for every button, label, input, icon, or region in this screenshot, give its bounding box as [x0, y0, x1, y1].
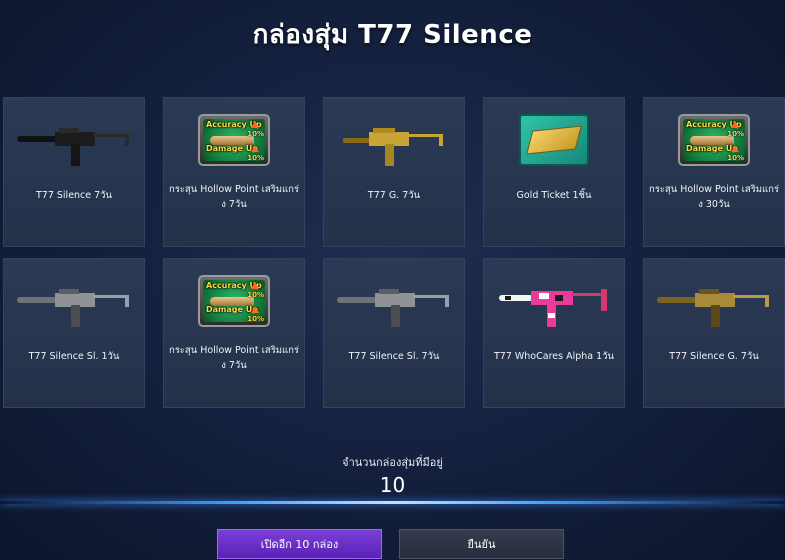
- item-grid: T77 Silence 7วัน Accuracy Up 10% Damage …: [3, 97, 785, 408]
- item-label: T77 Silence Sl. 1วัน: [28, 351, 120, 362]
- hollow-point-badge-icon: Accuracy Up 10% Damage Up 10%: [198, 275, 270, 327]
- item-card[interactable]: T77 G. 7วัน: [323, 97, 465, 247]
- confirm-button[interactable]: ยืนยัน: [399, 529, 564, 559]
- hollow-point-badge-icon: Accuracy Up 10% Damage Up 10%: [678, 114, 750, 166]
- random-box-screen: กล่องสุ่ม T77 Silence T77 Silence 7วัน A…: [0, 0, 785, 560]
- item-card[interactable]: Accuracy Up 10% Damage Up 10% กระสุน Hol…: [163, 258, 305, 408]
- smg-silver-icon: [4, 259, 144, 343]
- smg-gold-icon: [324, 98, 464, 182]
- item-label: T77 WhoCares Alpha 1วัน: [493, 351, 614, 362]
- item-card[interactable]: T77 Silence Sl. 7วัน: [323, 258, 465, 408]
- box-count-label: จำนวนกล่องสุ่มที่มีอยู่: [342, 456, 443, 469]
- box-count-value: 10: [379, 473, 406, 497]
- item-card[interactable]: Gold Ticket 1ชิ้น: [483, 97, 625, 247]
- item-card[interactable]: T77 Silence Sl. 1วัน: [3, 258, 145, 408]
- smg-silver-icon: [324, 259, 464, 343]
- divider-glow: [0, 501, 785, 504]
- smg-gold-dark-icon: [644, 259, 784, 343]
- item-card[interactable]: T77 WhoCares Alpha 1วัน: [483, 258, 625, 408]
- item-card[interactable]: T77 Silence 7วัน: [3, 97, 145, 247]
- item-label: T77 Silence 7วัน: [35, 190, 113, 201]
- item-card[interactable]: Accuracy Up 10% Damage Up 10% กระสุน Hol…: [163, 97, 305, 247]
- item-card[interactable]: T77 Silence G. 7วัน: [643, 258, 785, 408]
- item-label: T77 G. 7วัน: [367, 190, 421, 201]
- open-ten-button[interactable]: เปิดอีก 10 กล่อง: [217, 529, 382, 559]
- item-label: กระสุน Hollow Point เสริมแกร่ง 30วัน: [648, 184, 780, 210]
- item-label: กระสุน Hollow Point เสริมแกร่ง 7วัน: [168, 345, 300, 371]
- item-label: Gold Ticket 1ชิ้น: [516, 190, 592, 201]
- gold-ticket-icon: [519, 114, 589, 166]
- smg-pink-icon: [484, 259, 624, 343]
- item-card[interactable]: Accuracy Up 10% Damage Up 10% กระสุน Hol…: [643, 97, 785, 247]
- item-label: T77 Silence Sl. 7วัน: [348, 351, 440, 362]
- item-label: กระสุน Hollow Point เสริมแกร่ง 7วัน: [168, 184, 300, 210]
- item-label: T77 Silence G. 7วัน: [669, 351, 759, 362]
- smg-black-icon: [4, 98, 144, 182]
- page-title: กล่องสุ่ม T77 Silence: [252, 20, 533, 50]
- hollow-point-badge-icon: Accuracy Up 10% Damage Up 10%: [198, 114, 270, 166]
